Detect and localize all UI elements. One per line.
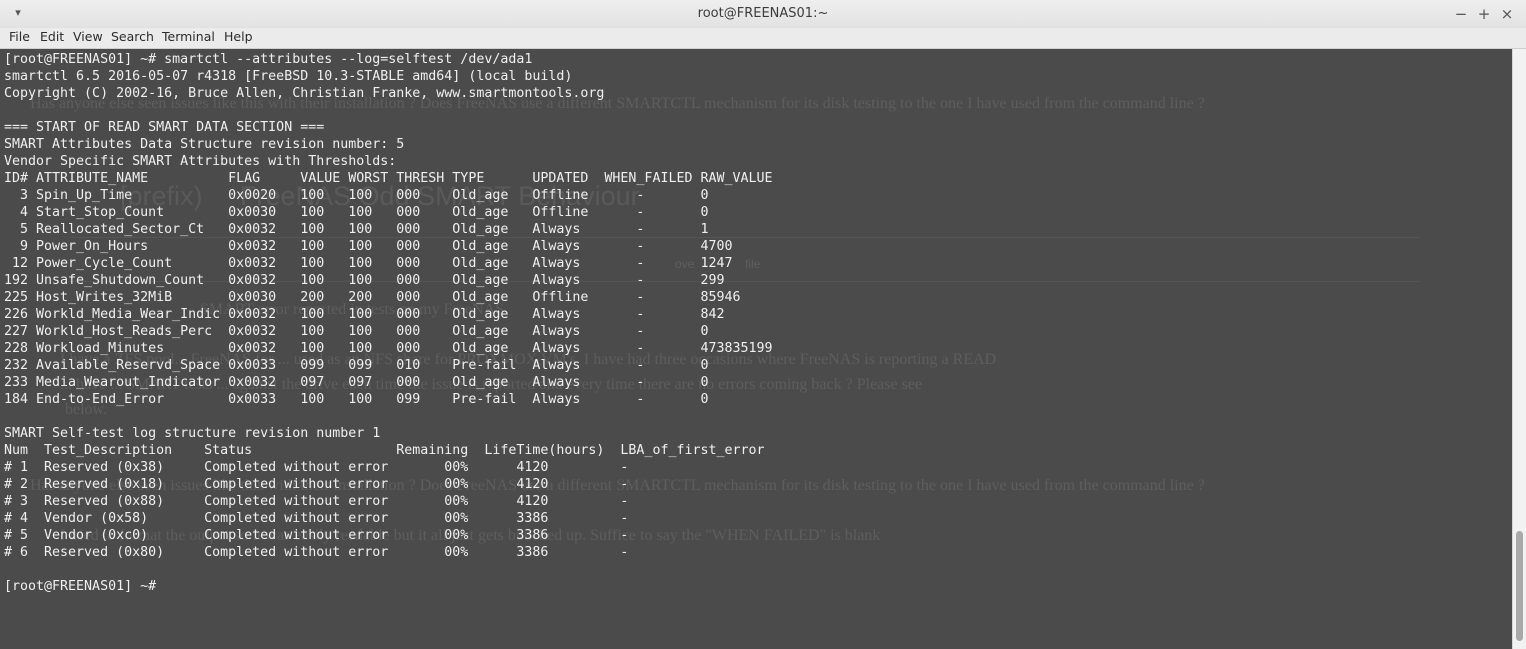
menu-edit[interactable]: Edit: [40, 28, 64, 48]
terminal-window: ▾ root@FREENAS01:~ − + × File Edit View …: [0, 0, 1526, 649]
menu-search[interactable]: Search: [111, 28, 154, 48]
terminal-line: 3 Spin_Up_Time 0x0020 100 100 000 Old_ag…: [4, 188, 709, 203]
menu-help[interactable]: Help: [224, 28, 253, 48]
terminal-line: smartctl 6.5 2016-05-07 r4318 [FreeBSD 1…: [4, 69, 573, 84]
terminal-line: # 4 Vendor (0x58) Completed without erro…: [4, 511, 629, 526]
terminal-line: Vendor Specific SMART Attributes with Th…: [4, 154, 397, 169]
terminal-line: [root@FREENAS01] ~# smartctl --attribute…: [4, 52, 533, 67]
terminal-line: [root@FREENAS01] ~#: [4, 579, 165, 594]
terminal-line: # 5 Vendor (0xc0) Completed without erro…: [4, 528, 629, 543]
terminal-line: 233 Media_Wearout_Indicator 0x0032 097 0…: [4, 375, 709, 390]
vertical-scrollbar[interactable]: [1512, 49, 1526, 649]
terminal-line: 192 Unsafe_Shutdown_Count 0x0032 100 100…: [4, 273, 725, 288]
terminal-area[interactable]: Has anyone else seen issues like this wi…: [0, 49, 1512, 649]
terminal-output: [root@FREENAS01] ~# smartctl --attribute…: [4, 51, 773, 595]
terminal-line: # 1 Reserved (0x38) Completed without er…: [4, 460, 629, 475]
terminal-line: Copyright (C) 2002-16, Bruce Allen, Chri…: [4, 86, 605, 101]
terminal-line: # 2 Reserved (0x18) Completed without er…: [4, 477, 629, 492]
terminal-line: ID# ATTRIBUTE_NAME FLAG VALUE WORST THRE…: [4, 171, 773, 186]
maximize-button[interactable]: +: [1474, 4, 1494, 24]
terminal-line: SMART Self-test log structure revision n…: [4, 426, 381, 441]
terminal-line: 184 End-to-End_Error 0x0033 100 100 099 …: [4, 392, 709, 407]
terminal-line: === START OF READ SMART DATA SECTION ===: [4, 120, 325, 135]
terminal-line: 5 Reallocated_Sector_Ct 0x0032 100 100 0…: [4, 222, 709, 237]
close-button[interactable]: ×: [1497, 4, 1517, 24]
window-title: root@FREENAS01:~: [697, 6, 829, 21]
menu-file[interactable]: File: [9, 28, 30, 48]
menu-bar: File Edit View Search Terminal Help: [0, 28, 1526, 49]
terminal-line: 228 Workload_Minutes 0x0032 100 100 000 …: [4, 341, 773, 356]
scrollbar-thumb[interactable]: [1516, 531, 1523, 641]
terminal-line: 4 Start_Stop_Count 0x0030 100 100 000 Ol…: [4, 205, 709, 220]
terminal-line: # 3 Reserved (0x88) Completed without er…: [4, 494, 629, 509]
terminal-line: Num Test_Description Status Remaining Li…: [4, 443, 765, 458]
terminal-line: 226 Workld_Media_Wear_Indic 0x0032 100 1…: [4, 307, 725, 322]
menu-terminal[interactable]: Terminal: [162, 28, 215, 48]
terminal-line: 225 Host_Writes_32MiB 0x0030 200 200 000…: [4, 290, 741, 305]
terminal-line: SMART Attributes Data Structure revision…: [4, 137, 405, 152]
terminal-line: 227 Workld_Host_Reads_Perc 0x0032 100 10…: [4, 324, 709, 339]
terminal-line: 12 Power_Cycle_Count 0x0032 100 100 000 …: [4, 256, 733, 271]
terminal-line: # 6 Reserved (0x80) Completed without er…: [4, 545, 629, 560]
title-bar[interactable]: ▾ root@FREENAS01:~ − + ×: [0, 0, 1526, 29]
menu-view[interactable]: View: [73, 28, 103, 48]
terminal-line: 9 Power_On_Hours 0x0032 100 100 000 Old_…: [4, 239, 733, 254]
terminal-line: 232 Available_Reservd_Space 0x0033 099 0…: [4, 358, 709, 373]
minimize-button[interactable]: −: [1451, 4, 1471, 24]
